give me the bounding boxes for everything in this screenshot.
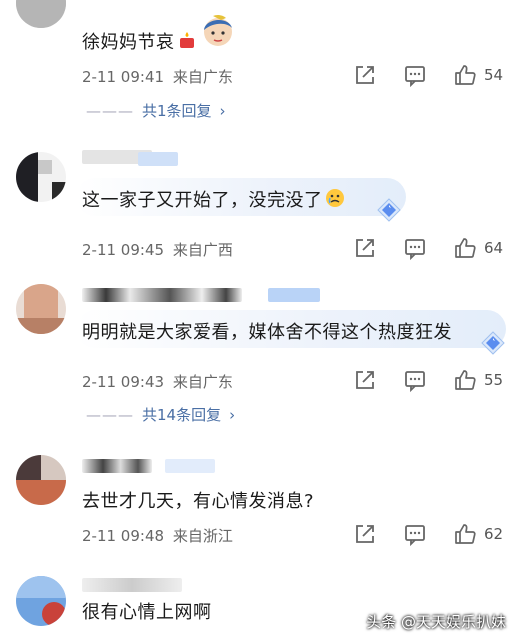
- thumbs-up-icon[interactable]: [452, 62, 478, 88]
- comment-item: 这一家子又开始了，没完没了 2-11 09:45 来自广西 64: [0, 140, 518, 265]
- username-blurred[interactable]: [82, 288, 242, 302]
- share-icon[interactable]: [352, 62, 378, 88]
- avatar[interactable]: [16, 576, 66, 626]
- comment-date: 2-11 09:43: [82, 373, 165, 391]
- thumbs-up-icon[interactable]: [452, 235, 478, 261]
- comment-text: 很有心情上网啊: [82, 602, 212, 623]
- chevron-right-icon: ›: [229, 406, 236, 424]
- comment-icon[interactable]: [402, 367, 428, 393]
- comment-text: 明明就是大家爱看，媒体舍不得这个热度狂发: [82, 322, 452, 343]
- comment-location: 来自广西: [172, 241, 233, 259]
- comment-location: 来自浙江: [172, 527, 233, 545]
- comment-date: 2-11 09:48: [82, 527, 165, 545]
- comment-text: 去世才几天，有心情发消息?: [82, 491, 315, 512]
- watermark: 头条 @天天娱乐扒妹: [366, 613, 506, 631]
- comment-meta: 2-11 09:43 来自广东: [82, 371, 233, 392]
- comment-icon[interactable]: [402, 521, 428, 547]
- comment-meta: 2-11 09:48 来自浙江: [82, 525, 233, 546]
- like-count: 62: [484, 525, 504, 543]
- view-replies-link[interactable]: ——— 共14条回复 ›: [86, 404, 235, 425]
- avatar[interactable]: [16, 455, 66, 505]
- comment-text: 徐妈妈节哀: [82, 12, 237, 55]
- username-blurred[interactable]: [82, 459, 152, 473]
- comment-location: 来自广东: [172, 373, 233, 391]
- comment-date: 2-11 09:45: [82, 241, 165, 259]
- share-icon[interactable]: [352, 235, 378, 261]
- comment-item: 去世才几天，有心情发消息? 2-11 09:48 来自浙江 62: [0, 445, 518, 560]
- crying-face-emoji-icon: [325, 188, 345, 213]
- avatar[interactable]: [16, 152, 66, 202]
- diamond-badge-icon: [480, 330, 506, 356]
- like-count: 54: [484, 66, 504, 84]
- user-badge-blurred: [165, 459, 215, 473]
- diamond-badge-icon: [376, 197, 402, 223]
- comment-location: 来自广东: [172, 68, 233, 86]
- avatar[interactable]: [16, 284, 66, 334]
- username-blurred[interactable]: [82, 578, 182, 592]
- comment-text: 这一家子又开始了，没完没了: [82, 186, 345, 213]
- candle-emoji-icon: [177, 30, 197, 55]
- share-icon[interactable]: [352, 367, 378, 393]
- comment-icon[interactable]: [402, 62, 428, 88]
- thumbs-up-icon[interactable]: [452, 521, 478, 547]
- view-replies-link[interactable]: ——— 共1条回复 ›: [86, 100, 226, 121]
- comment-meta: 2-11 09:45 来自广西: [82, 239, 233, 260]
- user-badge-blurred: [138, 152, 178, 166]
- like-count: 55: [484, 371, 504, 389]
- avatar[interactable]: [16, 0, 66, 28]
- comment-item: 徐妈妈节哀 2-11 09:41 来自广东 54 ——— 共1条回复 ›: [0, 0, 518, 135]
- comment-meta: 2-11 09:41 来自广东: [82, 66, 233, 87]
- thumbs-up-icon[interactable]: [452, 367, 478, 393]
- comment-icon[interactable]: [402, 235, 428, 261]
- comment-date: 2-11 09:41: [82, 68, 165, 86]
- like-count: 64: [484, 239, 504, 257]
- chevron-right-icon: ›: [219, 102, 226, 120]
- user-badge-blurred: [268, 288, 320, 302]
- girl-with-pearl-earring-sticker-icon: [199, 12, 237, 55]
- share-icon[interactable]: [352, 521, 378, 547]
- comment-item: 明明就是大家爱看，媒体舍不得这个热度狂发 2-11 09:43 来自广东 55 …: [0, 270, 518, 440]
